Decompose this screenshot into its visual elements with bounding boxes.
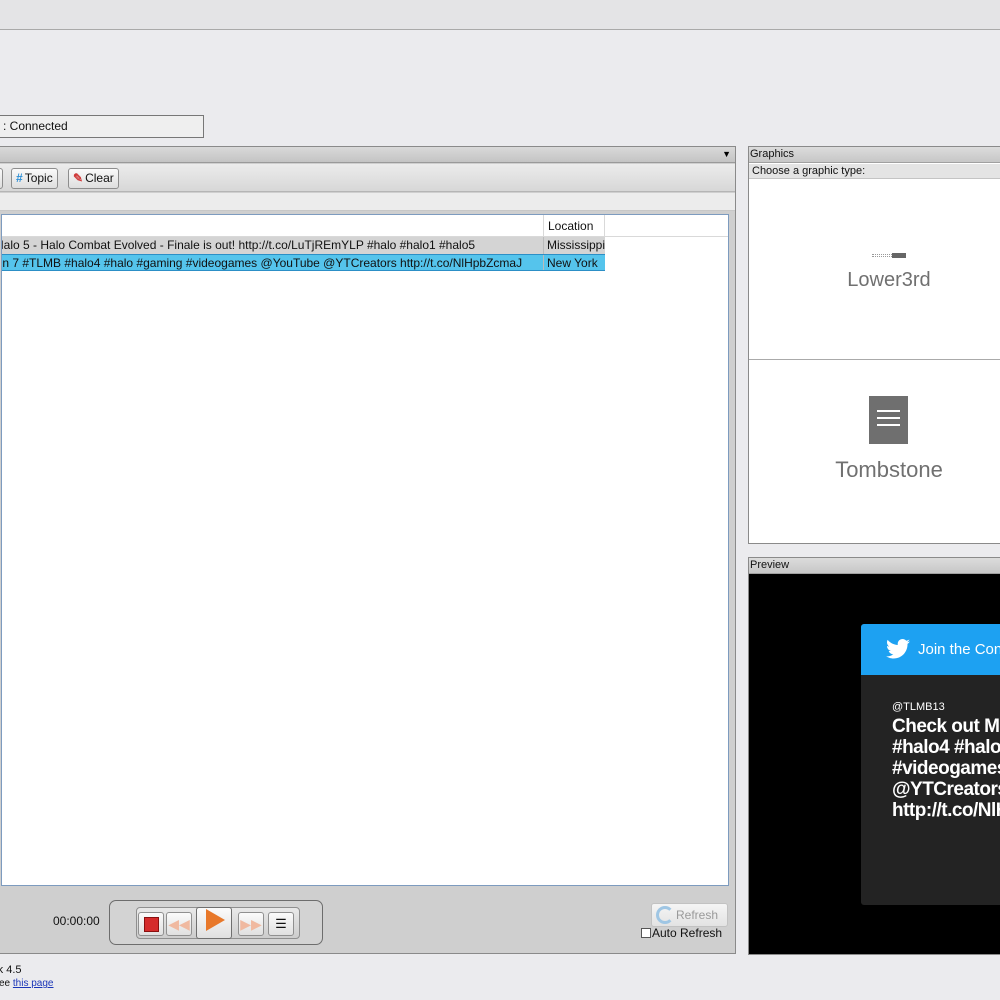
timecode: 00:00:00 (53, 914, 100, 928)
footer-note: see this page (0, 978, 54, 989)
feed-panel-header: ▼ (0, 147, 735, 163)
checkbox-icon (641, 928, 651, 938)
tweet-card-header: Join the Con (861, 624, 1000, 675)
table-row-selected[interactable]: ssion 7 #TLMB #halo4 #halo #gaming #vide… (2, 254, 605, 271)
topic-button[interactable]: # Topic (11, 168, 58, 189)
fast-forward-icon: ▶▶ (240, 916, 262, 932)
graphic-type-lower3rd[interactable]: Lower3rd (749, 180, 1000, 360)
tweet-card-header-text: Join the Con (918, 641, 1000, 658)
graphic-type-label: Lower3rd (847, 269, 931, 291)
eraser-icon: ✎ (73, 171, 84, 185)
tweet-location: New York (543, 255, 605, 270)
table-row[interactable]: Halo 5 - Halo Combat Evolved - Finale is… (2, 237, 605, 254)
version-text: rk 4.5 (0, 964, 22, 976)
graphic-type-tombstone[interactable]: Tombstone (749, 361, 1000, 543)
clear-button[interactable]: ✎ Clear (68, 168, 119, 189)
topic-button-label: Topic (24, 171, 53, 185)
auto-refresh-label: Auto Refresh (652, 926, 723, 940)
playback-controls: ◀◀ ▶▶ ☰ (109, 900, 323, 945)
play-button[interactable] (196, 907, 232, 939)
toolbar-button-partial[interactable] (0, 168, 3, 189)
refresh-icon (656, 906, 674, 924)
column-header-location[interactable]: Location (543, 215, 605, 237)
dropdown-arrow-icon[interactable]: ▼ (722, 149, 731, 159)
hash-icon: # (16, 171, 23, 185)
feed-panel: ▼ # Topic ✎ Clear Location Halo 5 - Halo C… (0, 146, 736, 954)
tombstone-icon (869, 396, 908, 444)
tweet-card: Join the Con @TLMB13 Check out Mi #halo4… (861, 624, 1000, 905)
tweet-text: Halo 5 - Halo Combat Evolved - Finale is… (2, 238, 476, 252)
refresh-button[interactable]: Refresh (651, 903, 728, 927)
playlist-button[interactable]: ☰ (268, 912, 294, 936)
clear-button-label: Clear (85, 171, 114, 185)
graphic-type-label: Tombstone (835, 457, 943, 482)
tweet-card-text: Check out Mi #halo4 #halo #videogames @Y… (892, 716, 1000, 821)
twitter-bird-icon (886, 639, 910, 659)
connection-status: : Connected (0, 115, 204, 138)
stop-button[interactable] (138, 912, 164, 936)
stop-icon (143, 917, 159, 933)
connection-status-text: : Connected (3, 119, 68, 133)
table-header: Location (2, 215, 728, 237)
transport-bar: 00:00:00 ◀◀ ▶▶ ☰ Refresh Auto Refresh (0, 892, 735, 954)
rewind-button[interactable]: ◀◀ (166, 912, 192, 936)
lower-third-icon (872, 253, 906, 258)
play-icon (206, 908, 225, 931)
playlist-icon: ☰ (275, 916, 287, 931)
rewind-icon: ◀◀ (168, 916, 190, 932)
this-page-link[interactable]: this page (13, 978, 54, 989)
tweet-text: ssion 7 #TLMB #halo4 #halo #gaming #vide… (2, 256, 523, 270)
title-bar (0, 0, 1000, 30)
graphics-panel: Graphics Choose a graphic type: Lower3rd… (748, 146, 1000, 544)
tweet-location: Mississippi (543, 237, 605, 254)
auto-refresh-checkbox[interactable]: Auto Refresh (641, 926, 722, 940)
tweet-card-handle: @TLMB13 (892, 701, 945, 713)
tweet-table[interactable]: Location Halo 5 - Halo Combat Evolved - … (1, 214, 729, 886)
preview-panel: Preview Join the Con @TLMB13 Check out M… (748, 557, 1000, 955)
footer-see-text: see (0, 978, 11, 989)
refresh-button-label: Refresh (676, 908, 719, 922)
graphics-choose-label: Choose a graphic type: (749, 164, 1000, 179)
playback-controls-inner: ◀◀ ▶▶ ☰ (136, 907, 300, 939)
feed-sub-strip (0, 193, 735, 211)
graphics-panel-title: Graphics (749, 147, 1000, 163)
preview-panel-title: Preview (749, 558, 1000, 574)
fast-forward-button[interactable]: ▶▶ (238, 912, 264, 936)
feed-toolbar: # Topic ✎ Clear (0, 164, 735, 192)
